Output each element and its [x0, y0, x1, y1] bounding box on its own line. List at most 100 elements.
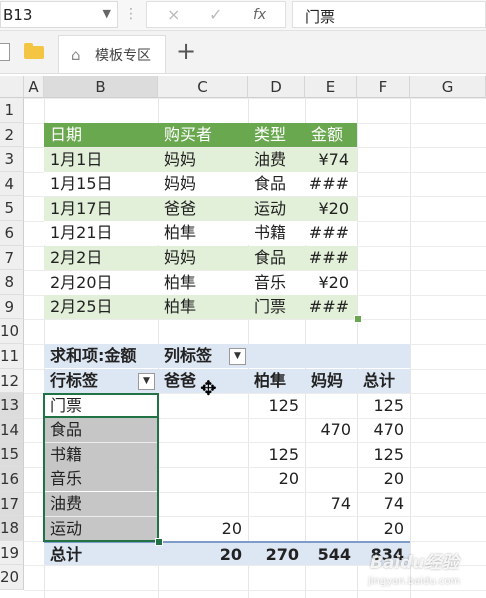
- table-cell[interactable]: 1月15日: [44, 172, 158, 197]
- pivot-value-cell[interactable]: [158, 467, 248, 491]
- column-header-b[interactable]: B: [44, 76, 158, 98]
- pivot-row-label-cell[interactable]: 运动: [44, 516, 158, 541]
- table-cell[interactable]: 书籍: [248, 221, 305, 246]
- table-cell[interactable]: ###: [305, 221, 357, 246]
- table-cell[interactable]: 柏隼: [158, 295, 248, 320]
- row-header-13[interactable]: 13: [0, 393, 24, 418]
- pivot-value-cell[interactable]: 20: [357, 467, 410, 491]
- table-resize-handle[interactable]: [354, 315, 362, 323]
- table-cell[interactable]: 柏隼: [158, 270, 248, 295]
- table-cell[interactable]: ¥74: [305, 147, 357, 172]
- pivot-sum-label[interactable]: 求和项:金额: [44, 344, 158, 369]
- pivot-value-cell[interactable]: 74: [305, 492, 357, 516]
- table-cell[interactable]: ¥20: [305, 196, 357, 221]
- table-cell[interactable]: ###: [305, 295, 357, 320]
- row-header-16[interactable]: 16: [0, 467, 24, 492]
- name-box[interactable]: B13 ▼: [0, 1, 118, 28]
- table-cell[interactable]: 油费: [248, 147, 305, 172]
- function-icon[interactable]: fx: [253, 7, 266, 23]
- select-all-corner[interactable]: [0, 76, 24, 98]
- pivot-value-cell[interactable]: [158, 492, 248, 516]
- col-filter-dropdown-icon[interactable]: ▼: [229, 348, 246, 365]
- pivot-col-header[interactable]: 柏隼: [248, 369, 305, 393]
- row-header-6[interactable]: 6: [0, 221, 24, 246]
- table-cell[interactable]: 食品: [248, 172, 305, 197]
- column-header-c[interactable]: C: [158, 76, 248, 98]
- pivot-col-label[interactable]: 列标签: [158, 344, 410, 369]
- pivot-value-cell[interactable]: 470: [305, 418, 357, 442]
- table-header-buyer[interactable]: 购买者: [158, 123, 248, 147]
- pivot-value-cell[interactable]: [248, 418, 305, 442]
- table-cell[interactable]: 2月2日: [44, 246, 158, 270]
- pivot-total-cell[interactable]: 20: [158, 541, 248, 566]
- table-cell[interactable]: 爸爸: [158, 196, 248, 221]
- pivot-value-cell[interactable]: 125: [248, 394, 305, 418]
- chevron-down-icon[interactable]: ▼: [103, 7, 111, 20]
- pivot-value-cell[interactable]: 20: [248, 467, 305, 491]
- pivot-value-cell[interactable]: 470: [357, 418, 410, 442]
- column-header-e[interactable]: E: [305, 76, 357, 98]
- pivot-row-label-cell[interactable]: 门票: [44, 393, 158, 418]
- table-cell[interactable]: 妈妈: [158, 147, 248, 172]
- pivot-value-cell[interactable]: [305, 443, 357, 467]
- pivot-value-cell[interactable]: [158, 443, 248, 467]
- table-cell[interactable]: 1月17日: [44, 196, 158, 221]
- table-cell[interactable]: 妈妈: [158, 172, 248, 197]
- pivot-value-cell[interactable]: 125: [248, 443, 305, 467]
- pivot-value-cell[interactable]: 74: [357, 492, 410, 516]
- pivot-col-header[interactable]: 总计: [357, 369, 410, 393]
- formula-input[interactable]: 门票: [292, 1, 486, 28]
- row-header-10[interactable]: 10: [0, 319, 24, 344]
- pivot-value-cell[interactable]: [248, 492, 305, 516]
- row-header-12[interactable]: 12: [0, 368, 24, 394]
- table-header-amount[interactable]: 金额: [305, 123, 357, 147]
- pivot-row-label-cell[interactable]: 音乐: [44, 467, 158, 492]
- table-cell[interactable]: ¥20: [305, 270, 357, 295]
- table-cell[interactable]: 柏隼: [158, 221, 248, 246]
- column-header-g[interactable]: G: [410, 76, 486, 98]
- pivot-row-label-cell[interactable]: 油费: [44, 492, 158, 516]
- row-header-14[interactable]: 14: [0, 417, 24, 443]
- column-header-d[interactable]: D: [248, 76, 305, 98]
- column-header-f[interactable]: F: [357, 76, 410, 98]
- pivot-value-cell[interactable]: [305, 467, 357, 491]
- row-header-7[interactable]: 7: [0, 245, 24, 271]
- file-icon[interactable]: [0, 43, 10, 61]
- table-cell[interactable]: 食品: [248, 246, 305, 270]
- table-cell[interactable]: 门票: [248, 295, 305, 320]
- row-header-11[interactable]: 11: [0, 344, 24, 369]
- confirm-icon[interactable]: ✓: [209, 5, 222, 24]
- table-cell[interactable]: 运动: [248, 196, 305, 221]
- tab-template-zone[interactable]: ⌂ 模板专区: [58, 35, 166, 73]
- row-header-3[interactable]: 3: [0, 147, 24, 172]
- pivot-row-label-cell[interactable]: 食品: [44, 418, 158, 443]
- row-header-15[interactable]: 15: [0, 442, 24, 467]
- pivot-value-cell[interactable]: [248, 517, 305, 541]
- pivot-col-header[interactable]: 妈妈: [305, 369, 357, 393]
- table-cell[interactable]: 2月25日: [44, 295, 158, 320]
- pivot-total-label[interactable]: 总计: [44, 541, 158, 566]
- table-header-type[interactable]: 类型: [248, 123, 305, 147]
- row-header-8[interactable]: 8: [0, 270, 24, 295]
- table-cell[interactable]: 妈妈: [158, 246, 248, 270]
- row-header-9[interactable]: 9: [0, 294, 24, 320]
- row-header-2[interactable]: 2: [0, 122, 24, 148]
- add-tab-icon[interactable]: +: [176, 37, 196, 65]
- pivot-total-cell[interactable]: 270: [248, 541, 305, 566]
- fill-handle[interactable]: [155, 538, 163, 546]
- pivot-value-cell[interactable]: [158, 418, 248, 442]
- table-cell[interactable]: 1月21日: [44, 221, 158, 246]
- cancel-icon[interactable]: ×: [167, 5, 180, 24]
- pivot-total-cell[interactable]: 544: [305, 541, 357, 566]
- table-header-date[interactable]: 日期: [44, 123, 158, 147]
- row-filter-dropdown-icon[interactable]: ▼: [138, 373, 155, 390]
- row-header-20[interactable]: 20: [0, 565, 24, 590]
- folder-icon[interactable]: [24, 43, 44, 59]
- pivot-value-cell[interactable]: 20: [357, 517, 410, 541]
- pivot-value-cell[interactable]: [305, 394, 357, 418]
- pivot-value-cell[interactable]: 20: [158, 517, 248, 541]
- pivot-value-cell[interactable]: 125: [357, 394, 410, 418]
- table-cell[interactable]: 音乐: [248, 270, 305, 295]
- row-header-19[interactable]: 19: [0, 540, 24, 566]
- row-header-5[interactable]: 5: [0, 196, 24, 221]
